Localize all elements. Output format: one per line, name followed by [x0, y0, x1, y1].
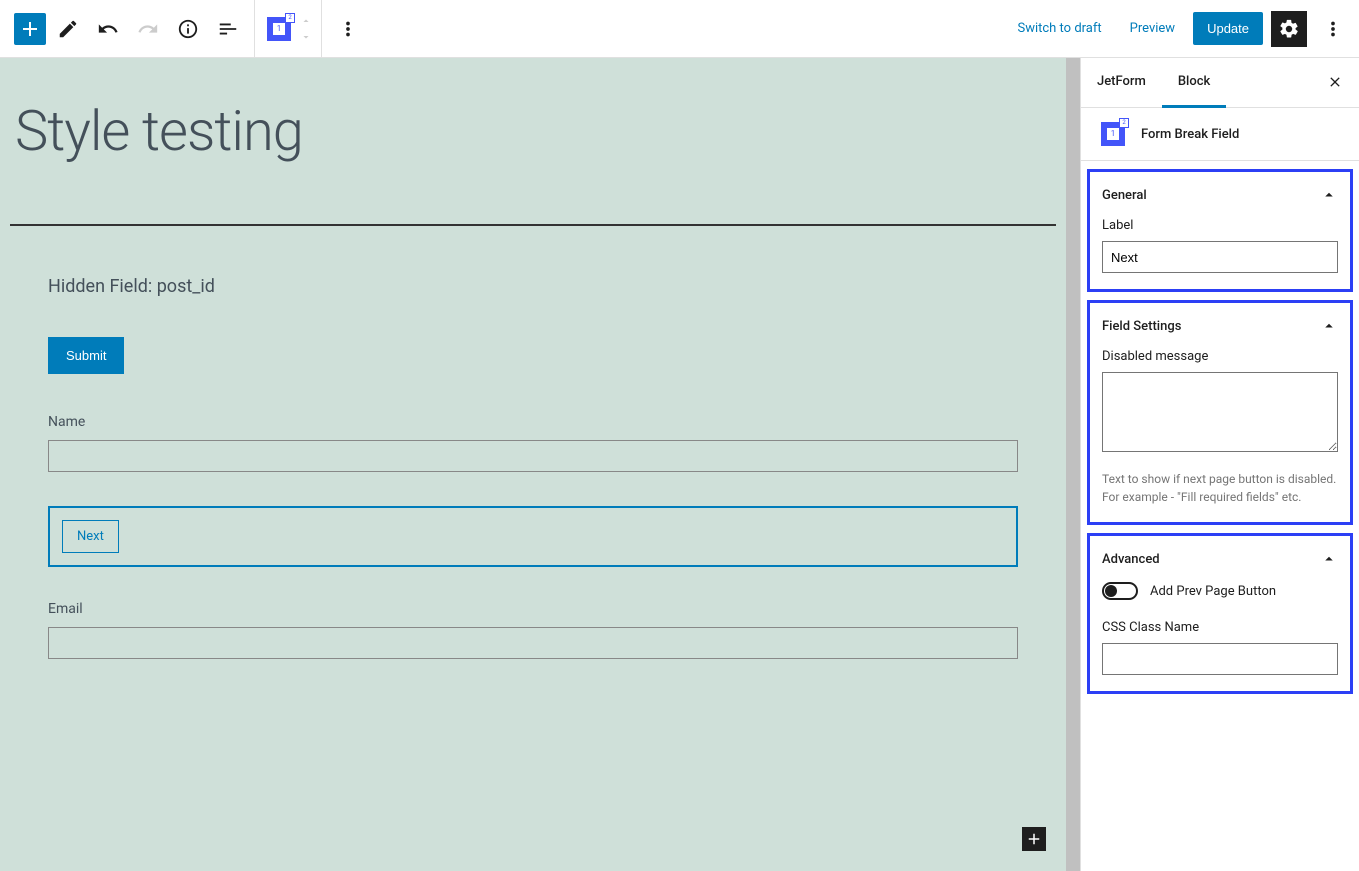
info-button[interactable]: [170, 11, 206, 47]
email-label: Email: [48, 601, 1018, 617]
move-up-button[interactable]: [299, 14, 313, 28]
title-underline: [10, 224, 1056, 226]
block-header: 1 2 Form Break Field: [1081, 108, 1359, 161]
close-sidebar-button[interactable]: [1311, 58, 1359, 107]
panel-advanced-title: Advanced: [1102, 552, 1160, 567]
form-section: Hidden Field: post_id Submit Name Next E…: [0, 276, 1066, 753]
panel-advanced-header[interactable]: Advanced: [1090, 536, 1350, 582]
disabled-msg-label: Disabled message: [1102, 349, 1338, 364]
update-button[interactable]: Update: [1193, 12, 1263, 45]
switch-to-draft-button[interactable]: Switch to draft: [1007, 15, 1111, 42]
toolbar-right: Switch to draft Preview Update: [1007, 11, 1359, 47]
name-label: Name: [48, 414, 1018, 430]
disabled-msg-textarea[interactable]: [1102, 372, 1338, 452]
tab-jetform[interactable]: JetForm: [1081, 58, 1162, 107]
panel-general: General Label: [1087, 169, 1353, 292]
panel-field-settings: Field Settings Disabled message Text to …: [1087, 300, 1353, 525]
chevron-up-icon: [1320, 186, 1338, 204]
panel-field-settings-title: Field Settings: [1102, 319, 1181, 334]
top-toolbar: 1 2 Switch to draft Preview Update: [0, 0, 1359, 58]
toolbar-divider: [254, 0, 255, 58]
form-break-block[interactable]: Next: [48, 506, 1018, 567]
toolbar-divider-2: [321, 0, 322, 58]
outline-button[interactable]: [210, 11, 246, 47]
scrollbar-thumb[interactable]: [1066, 58, 1080, 871]
chevron-up-icon: [1320, 317, 1338, 335]
disabled-msg-help: Text to show if next page button is disa…: [1102, 470, 1338, 506]
main-layout: Style testing Hidden Field: post_id Subm…: [0, 58, 1359, 871]
next-button[interactable]: Next: [62, 520, 119, 553]
block-title: Form Break Field: [1141, 127, 1239, 142]
undo-button[interactable]: [90, 11, 126, 47]
block-move-arrows: [299, 14, 313, 44]
edit-icon[interactable]: [50, 11, 86, 47]
prev-page-toggle[interactable]: [1102, 582, 1138, 600]
tab-block[interactable]: Block: [1162, 58, 1226, 108]
prev-page-label: Add Prev Page Button: [1150, 584, 1276, 599]
submit-button[interactable]: Submit: [48, 337, 124, 374]
panel-field-settings-header[interactable]: Field Settings: [1090, 303, 1350, 349]
more-options-button[interactable]: [330, 11, 366, 47]
preview-button[interactable]: Preview: [1120, 15, 1185, 42]
panel-advanced-body: Add Prev Page Button CSS Class Name: [1090, 582, 1350, 691]
sidebar-tabs: JetForm Block: [1081, 58, 1359, 108]
panel-advanced: Advanced Add Prev Page Button CSS Class …: [1087, 533, 1353, 694]
toggle-knob: [1105, 585, 1117, 597]
css-class-input[interactable]: [1102, 643, 1338, 675]
name-field-group: Name: [48, 414, 1018, 472]
add-block-button[interactable]: [14, 13, 46, 45]
move-down-button[interactable]: [299, 30, 313, 44]
panel-general-body: Label: [1090, 218, 1350, 289]
form-break-icon: 1 2: [1101, 122, 1125, 146]
editor-canvas[interactable]: Style testing Hidden Field: post_id Subm…: [0, 58, 1066, 871]
toolbar-left: 1 2: [0, 0, 366, 58]
kebab-menu-button[interactable]: [1315, 11, 1351, 47]
css-class-label: CSS Class Name: [1102, 620, 1338, 635]
panel-general-header[interactable]: General: [1090, 172, 1350, 218]
email-field-group: Email: [48, 601, 1018, 659]
name-input[interactable]: [48, 440, 1018, 472]
settings-sidebar: JetForm Block 1 2 Form Break Field Gener…: [1080, 58, 1359, 871]
prev-page-toggle-row: Add Prev Page Button: [1102, 582, 1338, 600]
panel-field-settings-body: Disabled message Text to show if next pa…: [1090, 349, 1350, 522]
chevron-up-icon: [1320, 550, 1338, 568]
label-field-label: Label: [1102, 218, 1338, 233]
redo-button[interactable]: [130, 11, 166, 47]
page-title[interactable]: Style testing: [0, 58, 1066, 194]
form-break-icon[interactable]: 1 2: [267, 17, 291, 41]
hidden-field-label[interactable]: Hidden Field: post_id: [48, 276, 1018, 297]
add-block-inline-button[interactable]: [1022, 827, 1046, 851]
panel-general-title: General: [1102, 188, 1147, 203]
label-input[interactable]: [1102, 241, 1338, 273]
settings-button[interactable]: [1271, 11, 1307, 47]
editor-scrollbar[interactable]: [1066, 58, 1080, 871]
email-input[interactable]: [48, 627, 1018, 659]
